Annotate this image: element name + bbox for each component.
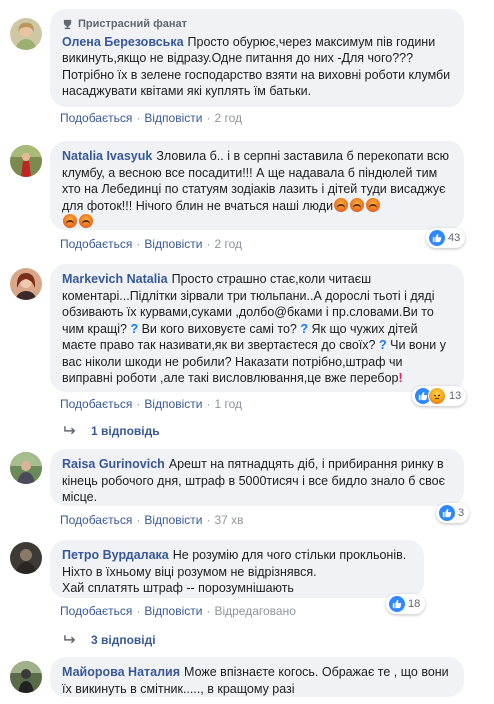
separator: · [136, 111, 141, 125]
like-icon [439, 505, 455, 521]
replies-count[interactable]: 3 відповіді [91, 633, 156, 647]
reply-button[interactable]: Відповісти [144, 237, 202, 251]
comment-bubble: Пристрасний фанат Олена Березовська Прост… [50, 9, 464, 107]
comment-author[interactable]: Raisa Gurinovich [62, 457, 165, 471]
separator: · [206, 397, 211, 411]
reaction-count: 13 [449, 390, 462, 402]
comment-actions: Подобається · Відповісти · Відредаговано [60, 604, 296, 618]
reaction-summary[interactable]: 13 [412, 386, 467, 406]
separator: · [136, 237, 141, 251]
comment-author[interactable]: Natalia Ivasyuk [62, 149, 152, 163]
avatar[interactable] [10, 268, 42, 300]
reply-button[interactable]: Відповісти [144, 111, 202, 125]
reply-button[interactable]: Відповісти [144, 513, 202, 527]
comment-text-line: Не розумію для чого стільки прокльонів. [172, 548, 407, 562]
angry-emoji [63, 214, 77, 228]
edited-label[interactable]: Відредаговано [214, 604, 295, 618]
timestamp[interactable]: 1 год [214, 397, 242, 411]
comment-actions: Подобається · Відповісти · 2 год [60, 111, 242, 125]
angry-emoji [334, 197, 349, 212]
reply-arrow-icon [64, 633, 77, 647]
reply-button[interactable]: Відповісти [144, 604, 202, 618]
avatar[interactable] [10, 542, 42, 574]
angry-emoji [366, 197, 381, 212]
reaction-count: 18 [408, 598, 421, 610]
timestamp[interactable]: 2 год [214, 111, 242, 125]
timestamp[interactable]: 37 хв [214, 513, 243, 527]
separator: · [206, 111, 211, 125]
separator: · [136, 604, 141, 618]
comment-author[interactable]: Markevich Natalia [62, 272, 168, 286]
avatar[interactable] [10, 661, 42, 693]
angry-emoji [79, 214, 93, 228]
comment-actions: Подобається · Відповісти · 2 год [60, 237, 242, 251]
separator: · [136, 397, 141, 411]
reaction-count: 3 [458, 507, 465, 519]
comment-bubble: Raisa Gurinovich Арешт на пятнадцять діб,… [50, 449, 464, 506]
separator: · [206, 604, 211, 618]
comment-bubble: Natalia Ivasyuk Зловила б.. і в серпні за… [50, 141, 464, 230]
reply-arrow-icon [64, 424, 77, 438]
avatar[interactable] [10, 18, 42, 50]
separator: · [136, 513, 141, 527]
angry-emoji [350, 197, 365, 212]
reaction-count: 43 [448, 232, 461, 244]
like-button[interactable]: Подобається [60, 513, 132, 527]
comment-author[interactable]: Майорова Наталия [62, 665, 180, 679]
like-icon [389, 596, 405, 612]
reaction-summary[interactable]: 18 [386, 594, 426, 614]
question-emoji: ? [379, 338, 387, 352]
separator: · [206, 513, 211, 527]
top-fan-badge: Пристрасний фанат [62, 16, 452, 33]
comment-author[interactable]: Олена Березовська [62, 35, 184, 49]
comment-bubble: Майорова Наталия Може впізнаєте когось. О… [50, 657, 464, 697]
comment-text-line: Хай сплатять штраф -- порозумнішають [62, 581, 294, 595]
replies-count[interactable]: 1 відповідь [91, 424, 160, 438]
comment-bubble: Markevich Natalia Просто страшно стає,кол… [50, 264, 464, 392]
reaction-summary[interactable]: 43 [426, 228, 466, 248]
timestamp[interactable]: 2 год [214, 237, 242, 251]
comment-actions: Подобається · Відповісти · 37 хв [60, 513, 244, 527]
avatar[interactable] [10, 452, 42, 484]
badge-label: Пристрасний фанат [78, 18, 187, 30]
reply-button[interactable]: Відповісти [144, 397, 202, 411]
view-replies-link[interactable]: 3 відповіді [64, 633, 156, 647]
exclamation-emoji: ! [398, 371, 403, 385]
comment-text: Ви кого виховуєте самі то? [141, 321, 297, 336]
like-button[interactable]: Подобається [60, 604, 132, 618]
view-replies-link[interactable]: 1 відповідь [64, 424, 160, 438]
separator: · [206, 237, 211, 251]
question-emoji: ? [300, 321, 308, 336]
reaction-summary[interactable]: 3 [436, 503, 470, 523]
like-button[interactable]: Подобається [60, 237, 132, 251]
trophy-icon [62, 19, 73, 30]
like-icon [429, 230, 445, 246]
avatar[interactable] [10, 145, 42, 177]
comment-text-line: Ніхто в їхньому віці розумом не відрізня… [62, 564, 317, 579]
question-emoji: ? [130, 321, 139, 336]
comment-actions: Подобається · Відповісти · 1 год [60, 397, 242, 411]
comment-author[interactable]: Петро Вурдалака [62, 548, 169, 562]
angry-icon [428, 387, 446, 405]
like-button[interactable]: Подобається [60, 397, 132, 411]
like-button[interactable]: Подобається [60, 111, 132, 125]
comment-bubble: Петро Вурдалака Не розумію для чого стіль… [50, 540, 424, 598]
